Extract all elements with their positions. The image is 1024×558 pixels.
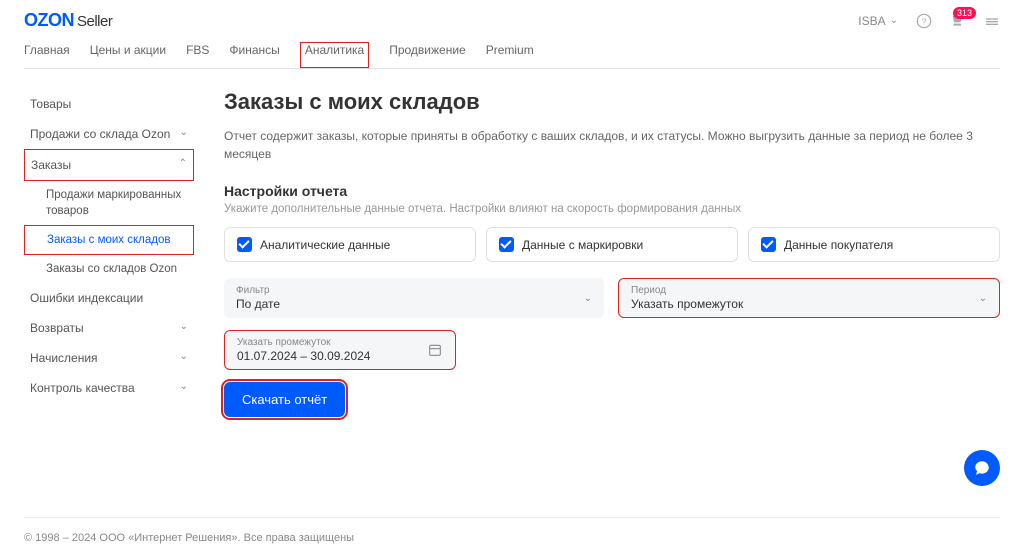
- settings-hint: Укажите дополнительные данные отчета. На…: [224, 203, 1000, 215]
- notifications-icon[interactable]: 313: [950, 13, 966, 29]
- nav-finance[interactable]: Финансы: [229, 43, 279, 68]
- nav-premium[interactable]: Premium: [486, 43, 534, 68]
- settings-title: Настройки отчета: [224, 183, 1000, 199]
- sidebar-sub-my-orders[interactable]: Заказы с моих складов: [24, 225, 194, 255]
- chevron-down-icon: ⌄: [180, 127, 188, 141]
- footer: © 1998 – 2024 ООО «Интернет Решения». Вс…: [24, 517, 1000, 558]
- help-icon[interactable]: ?: [916, 13, 932, 29]
- check-buyer[interactable]: Данные покупателя: [748, 227, 1000, 262]
- chevron-down-icon: ⌄: [180, 381, 188, 395]
- logo[interactable]: OZONSeller: [24, 10, 112, 31]
- svg-text:?: ?: [922, 16, 927, 26]
- nav-prices[interactable]: Цены и акции: [90, 43, 166, 68]
- chevron-up-icon: ⌃: [179, 158, 187, 172]
- sidebar-index-errors[interactable]: Ошибки индексации: [24, 283, 194, 313]
- main-nav: Главная Цены и акции FBS Финансы Аналити…: [24, 31, 1000, 69]
- sidebar-sub-marked[interactable]: Продажи маркированных товаров: [24, 181, 194, 225]
- nav-home[interactable]: Главная: [24, 43, 70, 68]
- chevron-down-icon: ⌄: [180, 351, 188, 365]
- date-range-input[interactable]: Указать промежуток01.07.2024 – 30.09.202…: [224, 330, 456, 370]
- sidebar-products[interactable]: Товары: [24, 89, 194, 119]
- sidebar-quality[interactable]: Контроль качества⌄: [24, 373, 194, 403]
- nav-fbs[interactable]: FBS: [186, 43, 209, 68]
- calendar-icon: [427, 342, 443, 358]
- sidebar-sub-ozon-orders[interactable]: Заказы со складов Ozon: [24, 255, 194, 283]
- period-select[interactable]: ПериодУказать промежуток ⌄: [618, 278, 1000, 318]
- chat-icon: [973, 459, 991, 477]
- checkbox-icon: [499, 237, 514, 252]
- check-analytics[interactable]: Аналитические данные: [224, 227, 476, 262]
- nav-promo[interactable]: Продвижение: [389, 43, 466, 68]
- page-title: Заказы с моих складов: [224, 89, 1000, 115]
- sidebar-orders[interactable]: Заказы⌃: [24, 149, 194, 181]
- account-dropdown[interactable]: ISBA⌄: [858, 14, 898, 28]
- chevron-down-icon: ⌄: [890, 15, 898, 26]
- sidebar-sales-ozon[interactable]: Продажи со склада Ozon⌄: [24, 119, 194, 149]
- sidebar-accruals[interactable]: Начисления⌄: [24, 343, 194, 373]
- chat-fab[interactable]: [964, 450, 1000, 486]
- sidebar-returns[interactable]: Возвраты⌄: [24, 313, 194, 343]
- notif-badge: 313: [953, 7, 976, 19]
- chevron-down-icon: ⌄: [979, 293, 987, 304]
- check-marking[interactable]: Данные с маркировки: [486, 227, 738, 262]
- apps-icon[interactable]: [984, 13, 1000, 29]
- sidebar: Товары Продажи со склада Ozon⌄ Заказы⌃ П…: [24, 89, 194, 417]
- filter-select[interactable]: ФильтрПо дате ⌄: [224, 278, 604, 318]
- download-report-button[interactable]: Скачать отчёт: [224, 382, 345, 417]
- chevron-down-icon: ⌄: [584, 293, 592, 304]
- checkbox-icon: [237, 237, 252, 252]
- nav-analytics[interactable]: Аналитика: [300, 42, 369, 68]
- chevron-down-icon: ⌄: [180, 321, 188, 335]
- checkbox-icon: [761, 237, 776, 252]
- page-description: Отчет содержит заказы, которые приняты в…: [224, 127, 1000, 163]
